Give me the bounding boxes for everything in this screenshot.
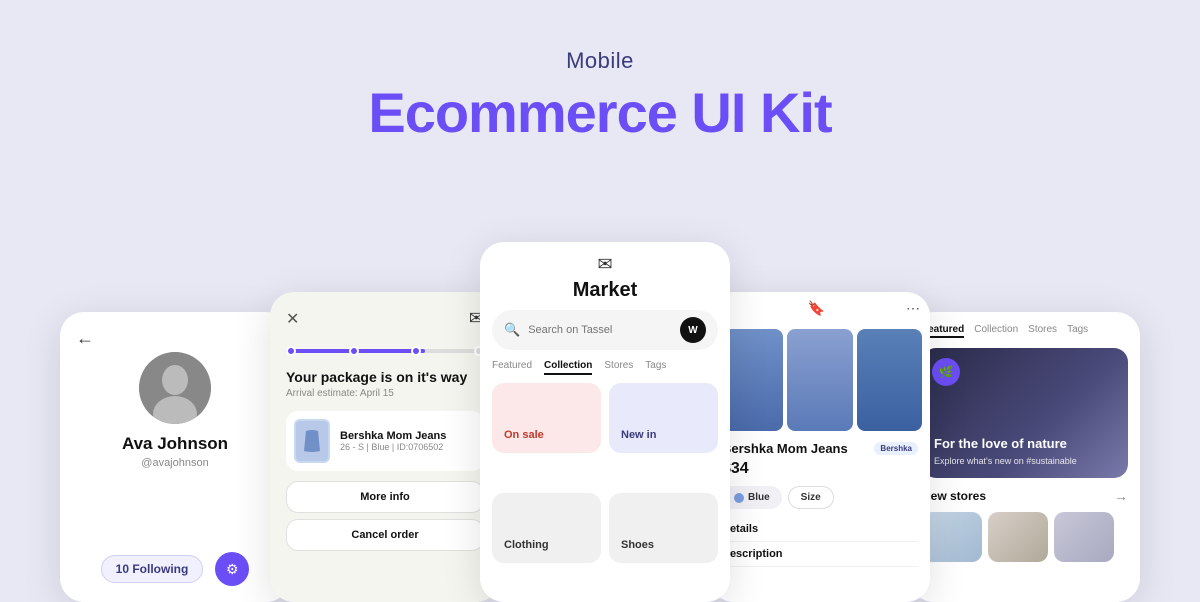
product-images — [710, 321, 930, 431]
new-stores-label: New stores — [922, 489, 986, 503]
tab-featured[interactable]: Featured — [492, 360, 532, 375]
market-top: ✉ — [480, 242, 730, 279]
stores-thumbnails — [922, 512, 1128, 562]
order-header: ✕ ✉ — [286, 308, 484, 329]
market-tabs: Featured Collection Stores Tags — [480, 360, 730, 383]
progress-track — [286, 349, 484, 353]
tab-stores[interactable]: Stores — [604, 360, 633, 375]
more-icon[interactable]: ⋯ — [906, 300, 920, 317]
order-item-name: Bershka Mom Jeans — [340, 430, 476, 442]
search-input[interactable] — [528, 324, 672, 336]
arrow-right-icon[interactable]: → — [1114, 488, 1128, 504]
progress-dot — [349, 346, 359, 356]
more-info-button[interactable]: More info — [286, 481, 484, 513]
order-item-detail: 26 - S | Blue | ID:0706502 — [340, 442, 476, 452]
grid-item-shoes[interactable]: Shoes — [609, 493, 718, 563]
nature-badge-icon: 🌿 — [932, 358, 960, 386]
featured-text: For the love of nature Explore what's ne… — [934, 436, 1077, 466]
progress-dot — [286, 346, 296, 356]
avatar — [139, 352, 211, 424]
profile-handle: @avajohnson — [141, 457, 208, 469]
settings-button[interactable]: ⚙ — [215, 552, 249, 586]
hero-section: Mobile Ecommerce UI Kit — [0, 0, 1200, 145]
featured-banner: 🌿 For the love of nature Explore what's … — [922, 348, 1128, 478]
product-card: ↓ 🔖 ⋯ Bershka Mom Jeans Bershka $34 Blue… — [710, 292, 930, 602]
product-top-icons: ↓ 🔖 ⋯ — [710, 292, 930, 321]
order-card: ✕ ✉ Your package is on it's way Arrival … — [270, 292, 500, 602]
order-item-image — [294, 419, 330, 463]
store-thumb-1[interactable] — [922, 512, 982, 562]
market-mail-icon: ✉ — [597, 254, 612, 275]
store-thumb-3[interactable] — [1054, 512, 1114, 562]
bookmark-icon[interactable]: 🔖 — [808, 300, 825, 317]
cancel-order-button[interactable]: Cancel order — [286, 519, 484, 551]
product-price: $34 — [722, 460, 918, 478]
description-label: Description — [722, 542, 918, 567]
tab-collection[interactable]: Collection — [974, 324, 1018, 338]
back-arrow[interactable]: ← — [76, 328, 94, 349]
order-item-info: Bershka Mom Jeans 26 - S | Blue | ID:070… — [340, 430, 476, 452]
product-name: Bershka Mom Jeans — [722, 441, 848, 456]
profile-bottom: 10 Following ⚙ — [76, 552, 274, 586]
search-icon: 🔍 — [504, 322, 520, 338]
order-title: Your package is on it's way — [286, 369, 484, 385]
hero-subtitle: Mobile — [0, 48, 1200, 74]
tab-stores[interactable]: Stores — [1028, 324, 1057, 338]
profile-card: ← Ava Johnson @avajohnson 10 Following ⚙ — [60, 312, 290, 602]
grid-item-clothing[interactable]: Clothing — [492, 493, 601, 563]
market-search-bar[interactable]: 🔍 W — [492, 310, 718, 350]
brand-badge: Bershka — [874, 442, 918, 455]
hero-title-accent: UI Kit — [691, 81, 831, 144]
store-thumb-2[interactable] — [988, 512, 1048, 562]
product-options: Blue Size — [722, 486, 918, 509]
following-badge[interactable]: 10 Following — [101, 555, 204, 583]
size-option[interactable]: Size — [788, 486, 834, 509]
tab-collection[interactable]: Collection — [544, 360, 592, 375]
order-subtitle: Arrival estimate: April 15 — [286, 388, 484, 399]
market-grid: On sale New in Clothing Shoes — [480, 383, 730, 602]
product-info: Bershka Mom Jeans Bershka $34 Blue Size — [710, 431, 930, 517]
new-stores-row: New stores → — [922, 488, 1128, 504]
color-swatch — [734, 493, 744, 503]
hero-title-plain: Ecommerce — [368, 81, 691, 144]
product-thumb-2 — [787, 329, 852, 431]
close-icon[interactable]: ✕ — [286, 309, 299, 329]
profile-name: Ava Johnson — [122, 434, 228, 454]
grid-item-onsale[interactable]: On sale — [492, 383, 601, 453]
color-option[interactable]: Blue — [722, 486, 782, 509]
featured-title: For the love of nature — [934, 436, 1077, 453]
order-progress — [286, 349, 484, 353]
progress-dots — [286, 346, 484, 356]
tab-tags[interactable]: Tags — [1067, 324, 1088, 338]
featured-card: Featured Collection Stores Tags 🌿 For th… — [910, 312, 1140, 602]
grid-item-newin[interactable]: New in — [609, 383, 718, 453]
order-item: Bershka Mom Jeans 26 - S | Blue | ID:070… — [286, 411, 484, 471]
hero-title: Ecommerce UI Kit — [0, 80, 1200, 145]
tab-tags[interactable]: Tags — [645, 360, 666, 375]
featured-subtitle: Explore what's new on #sustainable — [934, 456, 1077, 466]
product-name-row: Bershka Mom Jeans Bershka — [722, 441, 918, 456]
product-sections: Details Description — [710, 517, 930, 567]
details-label: Details — [722, 517, 918, 542]
progress-dot — [411, 346, 421, 356]
market-title: Market — [480, 279, 730, 310]
market-card: ✉ Market 🔍 W Featured Collection Stores … — [480, 242, 730, 602]
product-thumb-3 — [857, 329, 922, 431]
w-badge: W — [680, 317, 706, 343]
cards-row: ← Ava Johnson @avajohnson 10 Following ⚙… — [0, 242, 1200, 602]
featured-tabs: Featured Collection Stores Tags — [922, 324, 1128, 338]
